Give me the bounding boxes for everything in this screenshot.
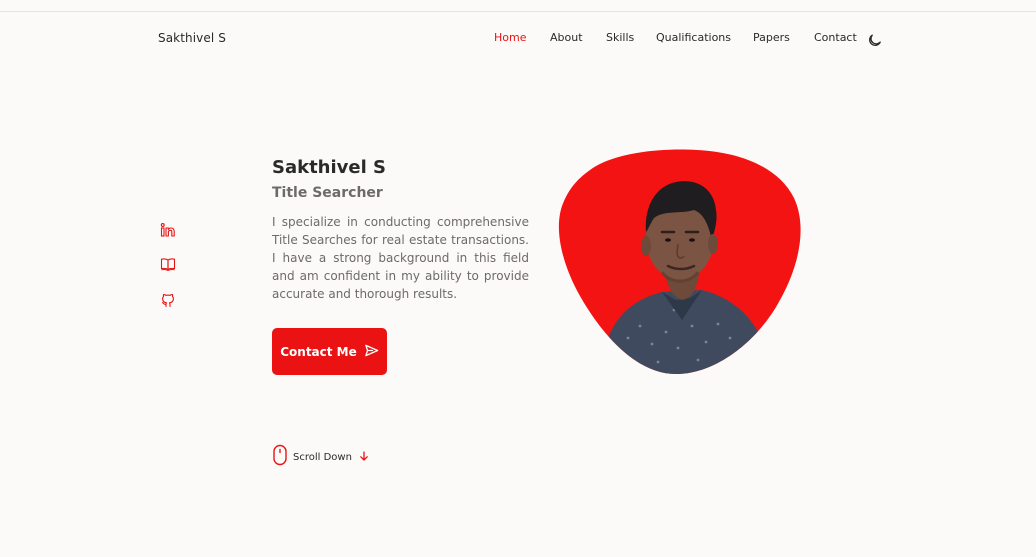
nav-papers[interactable]: Papers xyxy=(753,31,790,44)
nav-about[interactable]: About xyxy=(550,31,583,44)
moon-icon[interactable] xyxy=(868,31,884,47)
scroll-down-label: Scroll Down xyxy=(293,451,352,463)
nav-qualifications[interactable]: Qualifications xyxy=(656,31,731,44)
nav-home[interactable]: Home xyxy=(494,31,526,44)
arrow-down-icon xyxy=(357,448,371,467)
hero-title: Title Searcher xyxy=(272,185,383,201)
nav-skills[interactable]: Skills xyxy=(606,31,634,44)
send-icon xyxy=(364,343,379,361)
scroll-down-link[interactable]: Scroll Down xyxy=(272,444,371,470)
contact-me-button[interactable]: Contact Me xyxy=(272,328,387,375)
hero-name: Sakthivel S xyxy=(272,157,387,178)
github-icon[interactable] xyxy=(160,292,176,308)
nav-contact[interactable]: Contact xyxy=(814,31,857,44)
linkedin-icon[interactable] xyxy=(160,222,176,238)
contact-me-label: Contact Me xyxy=(280,344,357,359)
header-divider xyxy=(0,11,1036,12)
book-icon[interactable] xyxy=(160,256,176,272)
hero-description: I specialize in conducting comprehensive… xyxy=(272,215,529,301)
mouse-icon xyxy=(272,444,288,470)
profile-photo xyxy=(558,148,802,376)
